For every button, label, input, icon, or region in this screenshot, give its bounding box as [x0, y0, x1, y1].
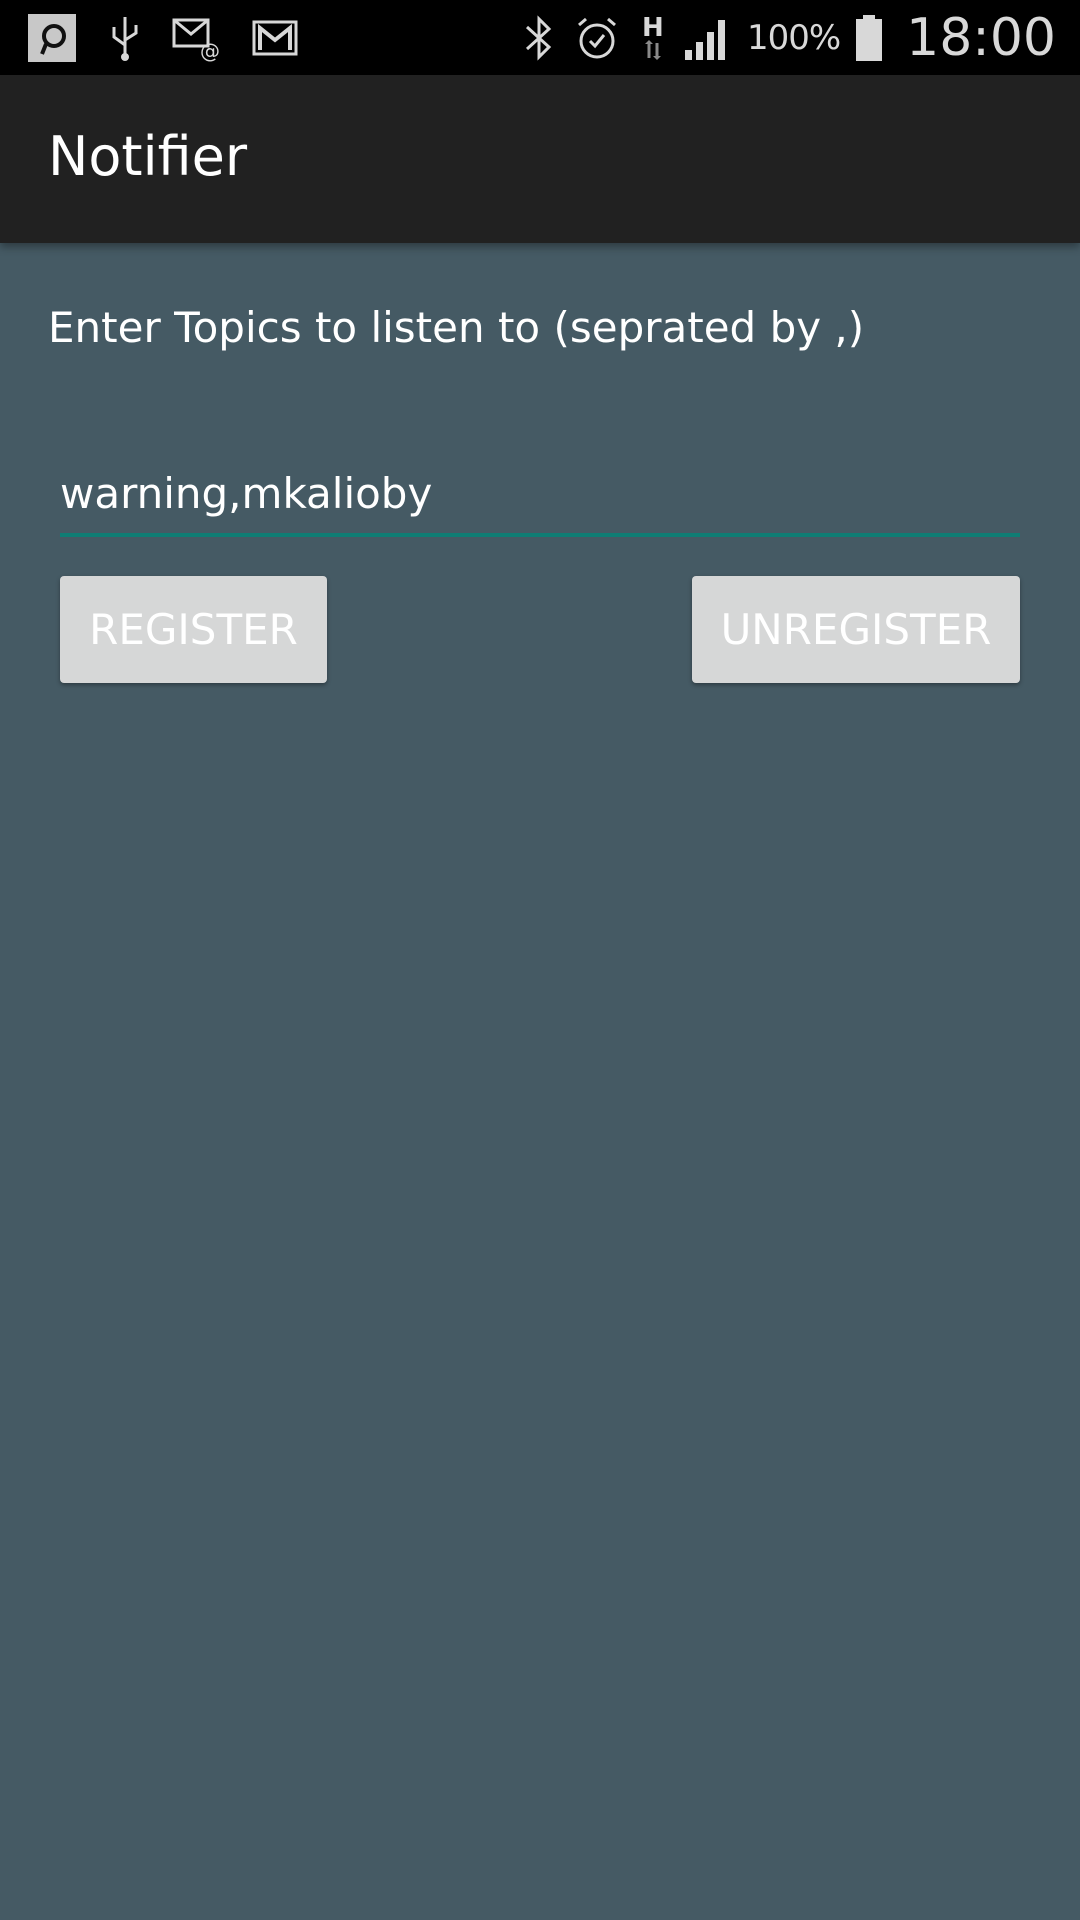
svg-text:H: H [642, 13, 664, 43]
battery-icon [854, 13, 884, 63]
svg-text:@: @ [200, 39, 220, 62]
app-p-icon [26, 12, 78, 64]
app-title: Notifier [48, 125, 248, 188]
register-button[interactable]: REGISTER [60, 576, 327, 683]
status-bar: @ H 100% 18:00 [0, 0, 1080, 75]
signal-icon [683, 14, 733, 62]
bluetooth-icon [519, 13, 559, 63]
email-icon: @ [172, 14, 222, 62]
battery-percent: 100% [746, 17, 841, 58]
usb-icon [108, 13, 142, 63]
h-data-icon: H [635, 10, 669, 66]
status-bar-right: H 100% 18:00 [519, 0, 1056, 75]
gmail-icon [252, 18, 298, 58]
main-content: Enter Topics to listen to (seprated by ,… [0, 243, 1080, 1920]
topics-input[interactable] [60, 453, 1020, 537]
status-bar-left: @ [26, 0, 298, 75]
alarm-icon [573, 13, 621, 63]
unregister-button[interactable]: UNREGISTER [692, 576, 1020, 683]
app-bar: Notifier [0, 75, 1080, 243]
topics-instruction-label: Enter Topics to listen to (seprated by ,… [48, 303, 865, 352]
status-time: 18:00 [906, 7, 1056, 68]
